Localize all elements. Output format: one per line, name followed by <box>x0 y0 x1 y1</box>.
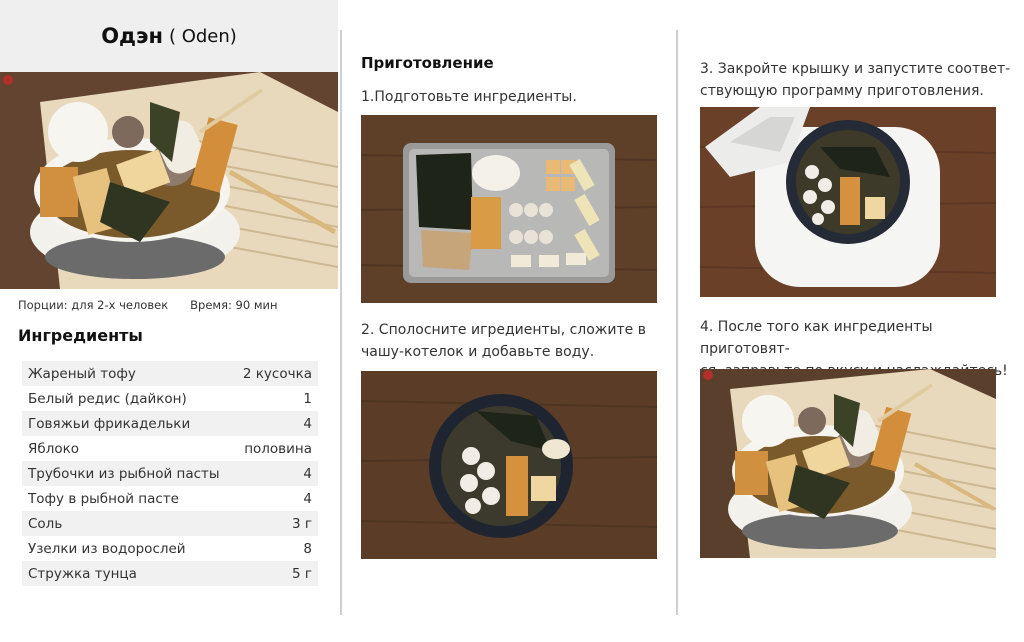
step-4-photo <box>700 369 996 558</box>
ingredient-qty: 5 г <box>233 561 318 586</box>
step-2-photo <box>361 371 657 559</box>
ingredient-row: Белый редис (дайкон) 1 <box>22 386 318 411</box>
ingredient-name: Яблоко <box>28 440 80 457</box>
recipe-meta: Порции: для 2-х человек Время: 90 мин <box>18 298 278 312</box>
ingredient-name: Трубочки из рыбной пасты <box>22 461 234 486</box>
ingredient-row: Говяжьи фрикадельки 4 <box>22 411 318 436</box>
ingredient-qty: 4 <box>233 411 318 436</box>
column-divider <box>676 30 678 615</box>
ingredient-qty: 3 г <box>233 511 318 536</box>
ingredient-name: Говяжьи фрикадельки <box>22 411 234 436</box>
preparation-heading: Приготовление <box>361 54 494 72</box>
ingredient-name: Соль <box>22 511 234 536</box>
ingredient-qty: 1 <box>303 390 312 407</box>
hero-oden-photo <box>0 72 338 289</box>
time-text: Время: 90 мин <box>190 298 278 312</box>
recipe-title: Одэн <box>101 24 163 48</box>
step-2-line2: чашу-котелок и добавьте воду. <box>361 344 595 360</box>
ingredient-name: Тофу в рыбной пасте <box>28 490 179 507</box>
ingredient-row: Стружка тунца 5 г <box>22 561 318 586</box>
ingredients-table: Жареный тофу 2 кусочка Белый редис (дайко… <box>22 361 318 586</box>
ingredient-name: Белый редис (дайкон) <box>28 390 187 407</box>
ingredient-name: Стружка тунца <box>22 561 234 586</box>
step-2-line1: 2. Сполосните игредиенты, сложите в <box>361 322 646 338</box>
ingredient-row: Жареный тофу 2 кусочка <box>22 361 318 386</box>
servings-text: Порции: для 2-х человек <box>18 298 169 312</box>
step-1-line1: 1.Подготовьте ингредиенты. <box>361 89 577 105</box>
ingredient-row: Яблоко половина <box>22 436 318 461</box>
step-1-text: 1.Подготовьте ингредиенты. <box>361 86 577 108</box>
step-3-text: 3. Закройте крышку и запустите соответ- … <box>700 58 1010 102</box>
ingredient-row: Тофу в рыбной пасте 4 <box>22 486 318 511</box>
recipe-subtitle: ( Oden) <box>168 25 237 47</box>
ingredient-row: Соль 3 г <box>22 511 318 536</box>
step-1-photo <box>361 115 657 303</box>
column-divider <box>340 30 342 615</box>
ingredient-qty: 8 <box>303 540 312 557</box>
ingredient-row: Трубочки из рыбной пасты 4 <box>22 461 318 486</box>
step-3-line1: 3. Закройте крышку и запустите соответ- <box>700 61 1011 77</box>
step-4-line1: 4. После того как ингредиенты приготовят… <box>700 319 933 357</box>
ingredient-name: Жареный тофу <box>22 361 234 386</box>
ingredient-qty: 4 <box>233 461 318 486</box>
ingredient-qty: половина <box>244 440 312 457</box>
ingredient-row: Узелки из водорослей 8 <box>22 536 318 561</box>
ingredient-name: Узелки из водорослей <box>28 540 186 557</box>
step-3-photo <box>700 107 996 297</box>
step-2-text: 2. Сполосните игредиенты, сложите в чашу… <box>361 319 646 363</box>
step-3-line2: ствующую программу приготовления. <box>700 83 984 99</box>
recipe-title-bar: Одэн ( Oden) <box>0 0 338 72</box>
ingredient-qty: 2 кусочка <box>233 361 318 386</box>
ingredients-heading: Ингредиенты <box>18 326 143 345</box>
ingredient-qty: 4 <box>303 490 312 507</box>
